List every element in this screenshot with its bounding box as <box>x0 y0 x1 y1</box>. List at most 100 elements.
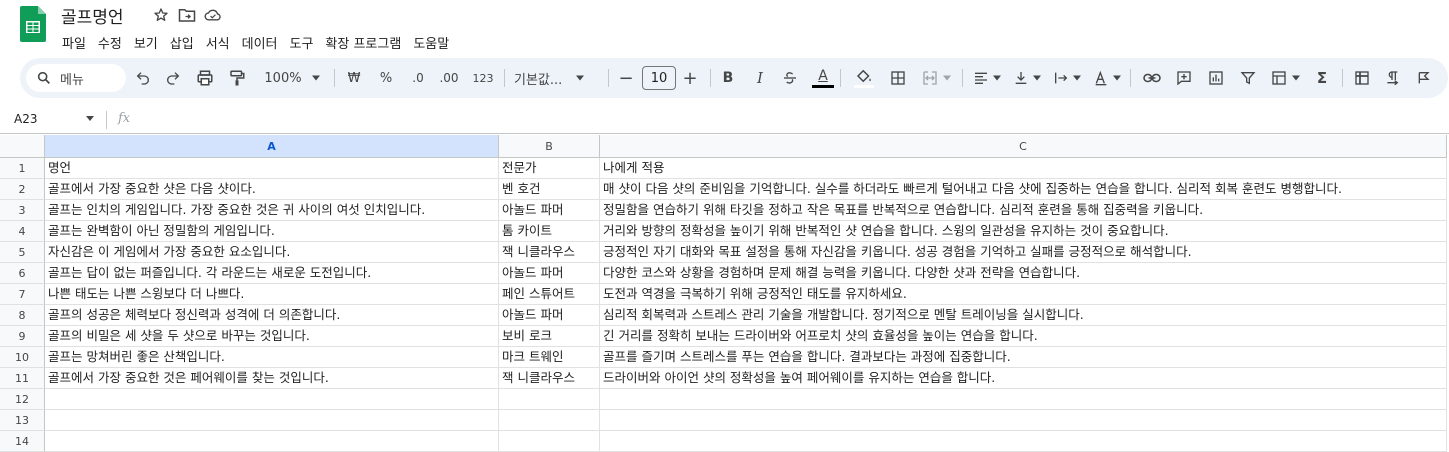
cell-c7[interactable]: 도전과 역경을 극복하기 위해 긍정적인 태도를 유지하세요. <box>600 284 1447 305</box>
cell-c2[interactable]: 매 샷이 다음 샷의 준비임을 기억합니다. 실수를 하더라도 빠르게 털어내고… <box>600 179 1447 200</box>
menu-format[interactable]: 서식 <box>200 31 236 54</box>
italic-button[interactable]: I <box>748 58 772 98</box>
cell-a10[interactable]: 골프는 망쳐버린 좋은 산책입니다. <box>45 347 499 368</box>
menu-file[interactable]: 파일 <box>56 31 92 54</box>
row-header[interactable]: 11 <box>0 368 45 389</box>
cell-a3[interactable]: 골프는 인치의 게임입니다. 가장 중요한 것은 귀 사이의 여섯 인치입니다. <box>45 200 499 221</box>
cell-a8[interactable]: 골프의 성공은 체력보다 정신력과 성격에 더 의존합니다. <box>45 305 499 326</box>
cell-c12[interactable] <box>600 389 1447 410</box>
redo-icon[interactable] <box>162 58 184 98</box>
cell-b11[interactable]: 잭 니클라우스 <box>499 368 600 389</box>
name-box[interactable]: A23 <box>14 112 37 126</box>
menu-tools[interactable]: 도구 <box>284 31 320 54</box>
filter-views-icon[interactable] <box>1266 58 1304 98</box>
decrease-font-size-button[interactable]: − <box>616 58 636 98</box>
move-to-folder-icon[interactable] <box>178 6 196 24</box>
menu-search[interactable]: 메뉴 <box>26 64 126 92</box>
font-size-input[interactable]: 10 <box>642 66 676 90</box>
cell-c9[interactable]: 긴 거리를 정확히 보내는 드라이버와 어프로치 샷의 효율성을 높이는 연습을… <box>600 326 1447 347</box>
undo-icon[interactable] <box>132 58 154 98</box>
cell-b3[interactable]: 아놀드 파머 <box>499 200 600 221</box>
font-family-select[interactable]: 기본값... <box>514 58 598 98</box>
insert-chart-icon[interactable] <box>1204 58 1228 98</box>
cell-b5[interactable]: 잭 니클라우스 <box>499 242 600 263</box>
increase-font-size-button[interactable]: + <box>680 58 700 98</box>
cell-a13[interactable] <box>45 410 499 431</box>
cell-b12[interactable] <box>499 389 600 410</box>
menu-insert[interactable]: 삽입 <box>164 31 200 54</box>
row-header[interactable]: 1 <box>0 158 45 179</box>
row-header[interactable]: 10 <box>0 347 45 368</box>
cell-b7[interactable]: 페인 스튜어트 <box>499 284 600 305</box>
increase-decimal-button[interactable]: .00 <box>436 58 462 98</box>
cell-c1[interactable]: 나에게 적용 <box>600 158 1447 179</box>
cell-a5[interactable]: 자신감은 이 게임에서 가장 중요한 요소입니다. <box>45 242 499 263</box>
cell-c3[interactable]: 정밀함을 연습하기 위해 타깃을 정하고 작은 목표를 반복적으로 연습합니다.… <box>600 200 1447 221</box>
cell-c6[interactable]: 다양한 코스와 상황을 경험하며 문제 해결 능력을 키웁니다. 다양한 샷과 … <box>600 263 1447 284</box>
cell-c14[interactable] <box>600 431 1447 452</box>
cell-a7[interactable]: 나쁜 태도는 나쁜 스윙보다 더 나쁘다. <box>45 284 499 305</box>
cell-a14[interactable] <box>45 431 499 452</box>
horizontal-align-icon[interactable] <box>970 58 1004 98</box>
cell-a4[interactable]: 골프는 완벽함이 아닌 정밀함의 게임입니다. <box>45 221 499 242</box>
column-header-a[interactable]: A <box>45 135 499 158</box>
currency-format-button[interactable]: ₩ <box>342 58 366 98</box>
column-header-b[interactable]: B <box>499 135 600 158</box>
functions-button[interactable]: Σ <box>1310 58 1334 98</box>
text-color-button[interactable]: A <box>810 58 836 98</box>
cell-c4[interactable]: 거리와 방향의 정확성을 높이기 위해 반복적인 샷 연습을 합니다. 스윙의 … <box>600 221 1447 242</box>
text-wrapping-icon[interactable] <box>1050 58 1084 98</box>
insert-link-icon[interactable] <box>1140 58 1164 98</box>
insert-comment-icon[interactable] <box>1172 58 1196 98</box>
text-rotation-icon[interactable] <box>1090 58 1124 98</box>
row-header[interactable]: 9 <box>0 326 45 347</box>
text-direction-icon[interactable] <box>1380 58 1404 98</box>
merge-cells-icon[interactable] <box>916 58 956 98</box>
cell-b13[interactable] <box>499 410 600 431</box>
row-header[interactable]: 5 <box>0 242 45 263</box>
cell-a2[interactable]: 골프에서 가장 중요한 샷은 다음 샷이다. <box>45 179 499 200</box>
row-header[interactable]: 6 <box>0 263 45 284</box>
cell-c5[interactable]: 긍정적인 자기 대화와 목표 설정을 통해 자신감을 키웁니다. 성공 경험을 … <box>600 242 1447 263</box>
cell-b10[interactable]: 마크 트웨인 <box>499 347 600 368</box>
paint-format-icon[interactable] <box>226 58 248 98</box>
borders-icon[interactable] <box>886 58 910 98</box>
cell-a9[interactable]: 골프의 비밀은 세 샷을 두 샷으로 바꾸는 것입니다. <box>45 326 499 347</box>
percent-format-button[interactable]: % <box>374 58 398 98</box>
row-header[interactable]: 12 <box>0 389 45 410</box>
cell-a6[interactable]: 골프는 답이 없는 퍼즐입니다. 각 라운드는 새로운 도전입니다. <box>45 263 499 284</box>
column-header-c[interactable]: C <box>600 135 1447 158</box>
cell-c13[interactable] <box>600 410 1447 431</box>
cell-a11[interactable]: 골프에서 가장 중요한 것은 페어웨이를 찾는 것입니다. <box>45 368 499 389</box>
menu-extensions[interactable]: 확장 프로그램 <box>319 31 407 54</box>
bold-button[interactable]: B <box>716 58 740 98</box>
print-icon[interactable] <box>194 58 216 98</box>
menu-edit[interactable]: 수정 <box>92 31 128 54</box>
select-all-corner[interactable] <box>0 135 45 158</box>
cell-b2[interactable]: 벤 호건 <box>499 179 600 200</box>
menu-view[interactable]: 보기 <box>128 31 164 54</box>
number-format-button[interactable]: 123 <box>470 58 496 98</box>
cell-c8[interactable]: 심리적 회복력과 스트레스 관리 기술을 개발합니다. 정기적으로 멘탈 트레이… <box>600 305 1447 326</box>
row-header[interactable]: 8 <box>0 305 45 326</box>
chevron-down-icon[interactable] <box>86 116 94 121</box>
menu-help[interactable]: 도움말 <box>407 31 455 54</box>
freeze-icon[interactable] <box>1350 58 1374 98</box>
cell-b4[interactable]: 톰 카이트 <box>499 221 600 242</box>
cloud-status-icon[interactable] <box>204 6 222 24</box>
menu-data[interactable]: 데이터 <box>236 31 284 54</box>
cell-b1[interactable]: 전문가 <box>499 158 600 179</box>
cell-a1[interactable]: 명언 <box>45 158 499 179</box>
row-header[interactable]: 2 <box>0 179 45 200</box>
decrease-decimal-button[interactable]: .0 <box>406 58 430 98</box>
cell-b6[interactable]: 아놀드 파머 <box>499 263 600 284</box>
row-header[interactable]: 7 <box>0 284 45 305</box>
row-header[interactable]: 14 <box>0 431 45 452</box>
strikethrough-icon[interactable] <box>778 58 802 98</box>
fill-color-icon[interactable] <box>852 58 876 98</box>
cell-a12[interactable] <box>45 389 499 410</box>
cell-b8[interactable]: 아놀드 파머 <box>499 305 600 326</box>
cell-c10[interactable]: 골프를 즐기며 스트레스를 푸는 연습을 합니다. 결과보다는 과정에 집중합니… <box>600 347 1447 368</box>
zoom-select[interactable]: 100% <box>260 58 324 98</box>
vertical-align-icon[interactable] <box>1010 58 1044 98</box>
